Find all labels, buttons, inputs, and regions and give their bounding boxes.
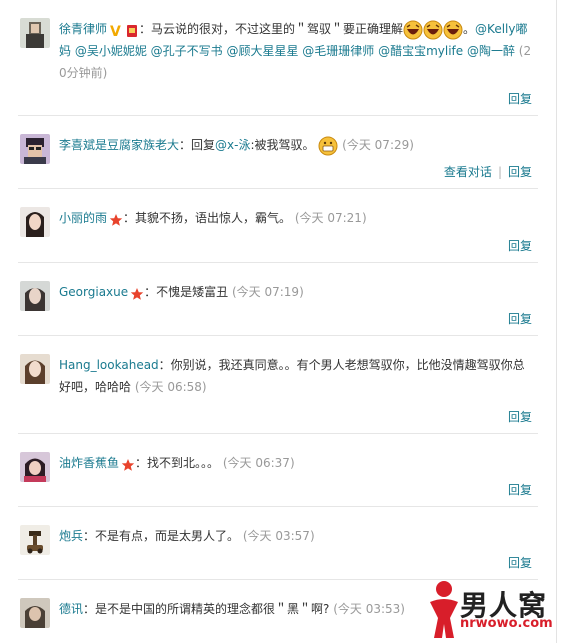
comment-item: 油炸香蕉鱼 ：找不到北。。。 (今天 06:37) 回复 <box>18 434 538 507</box>
comment-username[interactable]: Georgiaxue <box>59 285 128 299</box>
comment-username[interactable]: 德讯 <box>59 602 83 616</box>
comment-time: (今天 03:57) <box>242 529 315 543</box>
comment-text: ：其貌不扬，语出惊人，霸气。 <box>123 211 292 225</box>
comment-item: Hang_lookahead：你别说，我还真同意。。有个男人老想驾驭你，比他没情… <box>18 336 538 434</box>
comment-item: 徐青律师 V ：马云说的很对，不过这里的＂驾驭＂要正确理解 。@Kelly嘟妈 @吴小… <box>18 0 538 116</box>
star-badge-icon <box>121 457 135 471</box>
avatar[interactable] <box>20 354 50 384</box>
site-watermark-logo: 男人窝 nrwowo.com <box>424 578 560 640</box>
comment-item: Georgiaxue ：不愧是矮富丑 (今天 07:19) 回复 <box>18 263 538 336</box>
reply-link[interactable]: 回复 <box>508 556 532 570</box>
star-badge-icon <box>130 286 144 300</box>
comment-actions: 回复 <box>508 310 532 327</box>
comment-text: ：马云说的很对，不过这里的＂驾驭＂要正确理解 <box>139 22 404 36</box>
avatar[interactable] <box>20 134 50 164</box>
reply-link[interactable]: 回复 <box>508 312 532 326</box>
comment-text: ：是不是中国的所谓精英的理念都很＂黑＂啊? <box>83 602 330 616</box>
comment-actions: 回复 <box>508 554 532 571</box>
avatar[interactable] <box>20 598 50 628</box>
comment-time: (今天 03:53) <box>333 602 405 616</box>
comment-actions: 回复 <box>508 90 532 107</box>
comment-actions: 回复 <box>508 237 532 254</box>
red-badge-icon <box>125 23 139 37</box>
comment-text: ：不是有点，而是太男人了。 <box>83 529 240 543</box>
comment-time: (今天 06:37) <box>222 456 295 470</box>
view-conversation-link[interactable]: 查看对话 <box>444 165 492 179</box>
comment-time: (今天 07:19) <box>231 285 304 299</box>
avatar[interactable] <box>20 281 50 311</box>
comment-actions: 回复 <box>508 481 532 498</box>
avatar[interactable] <box>20 525 50 555</box>
comment-username[interactable]: 小丽的雨 <box>59 211 107 225</box>
comment-username[interactable]: 炮兵 <box>59 529 83 543</box>
comment-text: ：回复 <box>179 138 216 152</box>
reply-link[interactable]: 回复 <box>508 165 532 179</box>
comment-username[interactable]: 油炸香蕉鱼 <box>59 456 119 470</box>
laughing-emoji-icon <box>403 20 423 40</box>
comment-actions: 查看对话 | 回复 <box>443 165 532 179</box>
male-figure-logo-icon <box>430 581 458 638</box>
avatar[interactable] <box>20 18 50 48</box>
laughing-emoji-icon <box>423 20 443 40</box>
comment-item: 炮兵：不是有点，而是太男人了。 (今天 03:57) 回复 <box>18 507 538 580</box>
reply-link[interactable]: 回复 <box>508 410 532 424</box>
avatar[interactable] <box>20 207 50 237</box>
avatar[interactable] <box>20 452 50 482</box>
comment-item: 李喜斌是豆腐家族老大：回复@x-泳:被我驾驭。 (今天 07:29) 查看对话 |… <box>18 116 538 189</box>
comment-item: 小丽的雨 ：其貌不扬，语出惊人，霸气。 (今天 07:21) 回复 <box>18 189 538 263</box>
reply-link[interactable]: 回复 <box>508 239 532 253</box>
reply-link[interactable]: 回复 <box>508 92 532 106</box>
comment-text: ：找不到北。。。 <box>135 456 220 470</box>
comment-username[interactable]: 李喜斌是豆腐家族老大 <box>59 138 179 152</box>
comment-time: (今天 07:21) <box>294 211 367 225</box>
comment-time: (今天 07:29) <box>342 138 414 152</box>
star-badge-icon <box>109 212 123 226</box>
svg-text:V: V <box>110 24 121 38</box>
watermark-url: nrwowo.com <box>460 616 553 631</box>
laughing-emoji-icon <box>443 20 463 40</box>
comment-username[interactable]: Hang_lookahead <box>59 358 159 372</box>
comment-actions: 回复 <box>508 408 532 425</box>
comment-text: ：不愧是矮富丑 <box>144 285 229 299</box>
reply-mention[interactable]: @x-泳 <box>215 138 250 152</box>
verified-v-icon: V <box>109 23 123 40</box>
grinning-emoji-icon <box>318 136 338 156</box>
comment-time: (今天 06:58) <box>134 380 207 394</box>
right-border <box>556 0 557 643</box>
comment-username[interactable]: 徐青律师 <box>59 22 107 36</box>
reply-link[interactable]: 回复 <box>508 483 532 497</box>
